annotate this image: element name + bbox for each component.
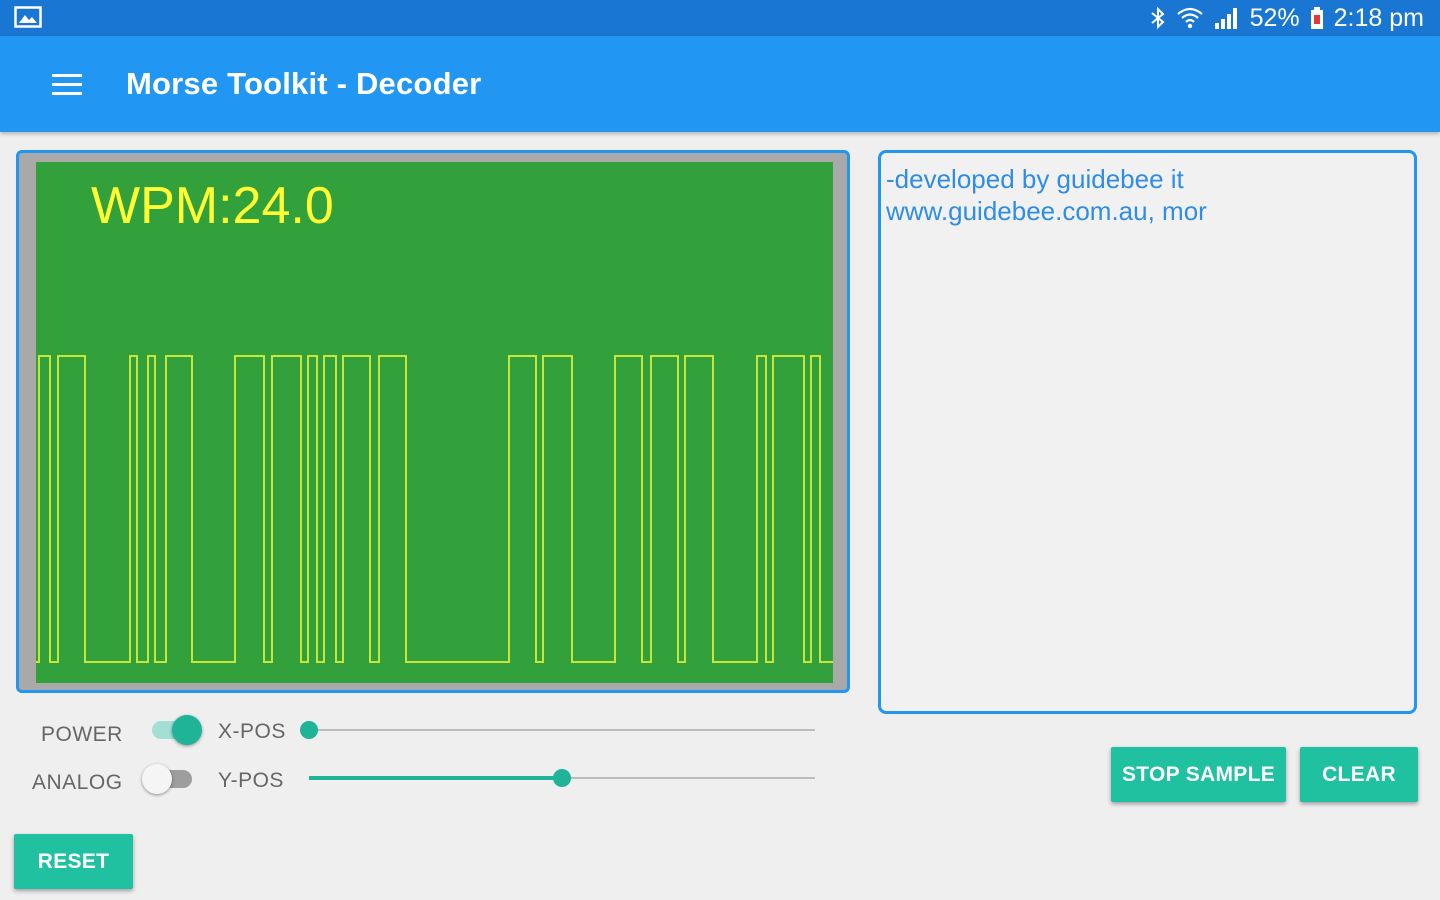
x-pos-label: X-POS	[218, 720, 286, 743]
power-toggle[interactable]	[148, 711, 204, 745]
y-pos-slider-thumb[interactable]	[553, 769, 571, 787]
wifi-icon	[1176, 7, 1203, 29]
morse-waveform	[36, 355, 833, 663]
signal-icon	[1214, 8, 1237, 29]
x-pos-slider[interactable]	[300, 720, 815, 740]
hamburger-menu-icon[interactable]	[52, 74, 82, 96]
gallery-icon	[14, 6, 42, 28]
y-pos-label: Y-POS	[218, 769, 284, 792]
battery-icon	[1310, 7, 1323, 29]
clock: 2:18 pm	[1333, 3, 1424, 32]
x-pos-slider-thumb[interactable]	[300, 721, 318, 739]
app-bar: Morse Toolkit - Decoder	[0, 36, 1440, 132]
page-title: Morse Toolkit - Decoder	[126, 66, 482, 101]
clear-button[interactable]: CLEAR	[1300, 747, 1418, 802]
power-label: POWER	[41, 723, 123, 746]
bluetooth-icon	[1150, 6, 1165, 30]
decoded-text-panel[interactable]: -developed by guidebee it www.guidebee.c…	[878, 150, 1417, 714]
status-bar: 52% 2:18 pm	[0, 0, 1440, 36]
oscilloscope-screen: WPM:24.0	[36, 162, 833, 683]
oscilloscope-panel: WPM:24.0	[16, 150, 850, 693]
wpm-readout: WPM:24.0	[91, 177, 334, 235]
battery-percent: 52%	[1249, 3, 1300, 32]
analog-toggle[interactable]	[142, 760, 198, 794]
stop-sample-button[interactable]: STOP SAMPLE	[1111, 747, 1286, 802]
decoded-text: -developed by guidebee it www.guidebee.c…	[886, 164, 1207, 226]
status-icons: 52% 2:18 pm	[1150, 0, 1424, 36]
analog-label: ANALOG	[32, 771, 123, 794]
reset-button[interactable]: RESET	[14, 834, 133, 889]
y-pos-slider[interactable]	[309, 768, 815, 788]
